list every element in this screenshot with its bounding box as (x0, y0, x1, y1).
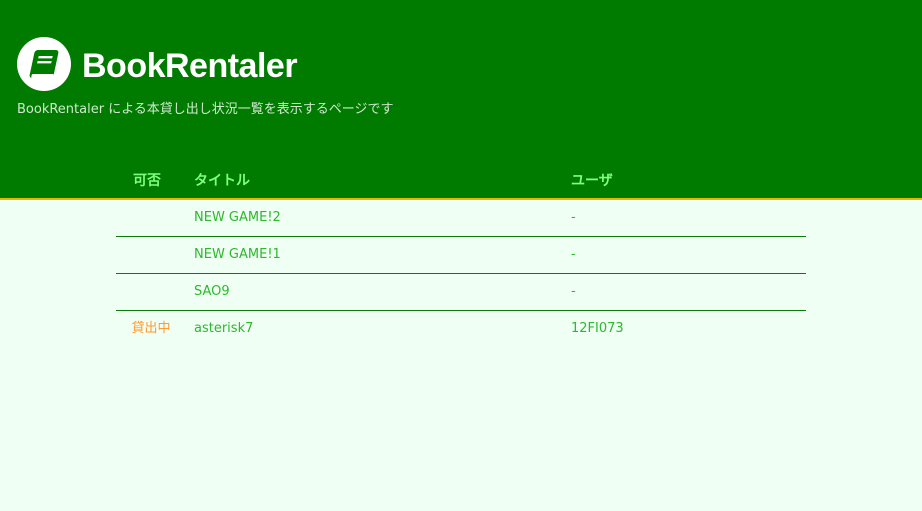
column-header-title: タイトル (194, 173, 250, 189)
rental-table: NEW GAME!2 - NEW GAME!1 - SAO9 - 貸出中 ast… (116, 200, 806, 347)
user-cell: - (571, 210, 576, 225)
column-header-user: ユーザ (571, 173, 613, 189)
page-subtitle: BookRentaler による本貸し出し状況一覧を表示するページです (17, 102, 394, 117)
title-cell: asterisk7 (194, 321, 254, 336)
user-cell: - (571, 247, 576, 262)
title-cell: NEW GAME!1 (194, 247, 281, 262)
logo (17, 37, 71, 91)
title-cell: SAO9 (194, 284, 230, 299)
table-row: SAO9 - (116, 274, 806, 311)
app-title: BookRentaler (82, 47, 298, 85)
user-cell: 12FI073 (571, 321, 624, 336)
table-row: NEW GAME!1 - (116, 237, 806, 274)
user-cell: - (571, 284, 576, 299)
column-header-status: 可否 (133, 173, 161, 189)
title-cell: NEW GAME!2 (194, 210, 281, 225)
table-row: NEW GAME!2 - (116, 200, 806, 237)
status-cell: 貸出中 (131, 321, 171, 336)
book-icon (29, 50, 59, 78)
table-row: 貸出中 asterisk7 12FI073 (116, 311, 806, 347)
page-header: BookRentaler BookRentaler による本貸し出し状況一覧を表… (0, 0, 922, 200)
